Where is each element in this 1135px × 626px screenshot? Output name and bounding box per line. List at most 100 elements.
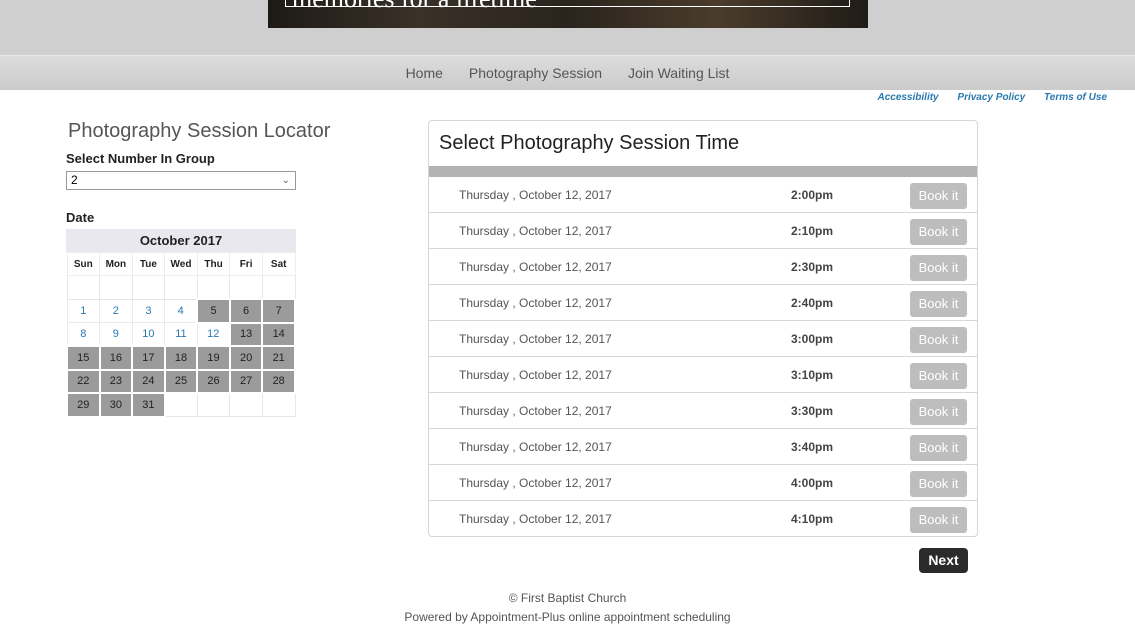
calendar-day-unavailable: 20 [228,345,264,371]
panel-title: Select Photography Session Time [439,132,740,154]
session-slot-row: Thursday , October 12, 2017 3:00pm Book it [429,321,977,357]
calendar-empty-cell [229,392,263,417]
calendar-empty-cell [261,275,296,300]
calendar-empty-cell [196,392,231,417]
calendar-empty-cell [229,275,263,300]
slot-date: Thursday , October 12, 2017 [459,224,612,238]
session-slot-row: Thursday , October 12, 2017 3:40pm Book it [429,429,977,465]
session-slot-row: Thursday , October 12, 2017 3:30pm Book it [429,393,977,429]
book-it-button[interactable]: Book it [910,435,967,461]
weekday-header: Mon [99,252,133,276]
session-locator: Photography Session Locator Select Numbe… [66,120,330,418]
calendar: October 2017 Sun Mon Tue Wed Thu Fri Sat 12345… [66,229,296,418]
calendar-week: 1234567 [66,298,296,324]
slot-time: 2:40pm [791,296,834,310]
slot-date: Thursday , October 12, 2017 [459,296,612,310]
session-slot-row: Thursday , October 12, 2017 4:00pm Book it [429,465,977,501]
slot-date: Thursday , October 12, 2017 [459,260,612,274]
book-it-button[interactable]: Book it [910,507,967,533]
group-size-label: Select Number In Group [66,151,215,166]
calendar-day-available[interactable]: 9 [99,322,133,347]
panel-divider [429,166,977,177]
slot-time: 3:00pm [791,332,834,346]
session-slot-row: Thursday , October 12, 2017 3:10pm Book it [429,357,977,393]
weekday-header: Sat [261,252,296,276]
slot-date: Thursday , October 12, 2017 [459,440,612,454]
calendar-month: October 2017 [66,229,296,252]
calendar-day-available[interactable]: 12 [196,322,231,347]
calendar-week: 8 9 10 11 12 13 14 [66,321,296,347]
calendar-day-unavailable: 5 [196,298,231,324]
session-slot-row: Thursday , October 12, 2017 2:40pm Book it [429,285,977,321]
calendar-day-available[interactable]: 11 [164,322,198,347]
footer-powered-by[interactable]: Powered by Appointment-Plus online appoi… [0,608,1135,626]
calendar-empty-cell [164,275,198,300]
chevron-down-icon: ⌄ [281,175,290,186]
calendar-day-unavailable: 27 [228,368,264,394]
slot-time: 2:10pm [791,224,834,238]
calendar-grid: Sun Mon Tue Wed Thu Fri Sat 1 2 3 4 5 6 7 8 9 10 11 12 13 1… [66,252,296,418]
calendar-day-available[interactable]: 1 [66,298,101,323]
slot-date: Thursday , October 12, 2017 [459,404,612,418]
next-button[interactable]: Next [919,548,968,573]
terms-of-use-link[interactable]: Terms of Use [1044,92,1107,103]
weekday-header: Thu [196,252,231,276]
calendar-week: 22 23 24 25 26 27 28 [66,368,296,394]
calendar-day-unavailable: 19 [196,345,231,371]
calendar-day-unavailable: 31 [131,392,166,418]
calendar-day-unavailable: 17 [131,345,166,371]
weekday-header: Fri [229,252,263,276]
calendar-day-available[interactable]: 4 [164,298,198,323]
slot-time: 3:10pm [791,368,834,382]
calendar-empty-cell [261,392,296,417]
group-size-value: 2 [71,173,78,187]
book-it-button[interactable]: Book it [910,183,967,209]
slot-time: 2:00pm [791,188,834,202]
book-it-button[interactable]: Book it [910,471,967,497]
group-size-select[interactable]: 2 ⌄ [66,171,296,190]
calendar-day-unavailable: 26 [196,368,231,394]
calendar-day-available[interactable]: 8 [66,322,101,347]
accessibility-link[interactable]: Accessibility [877,92,938,103]
calendar-day-unavailable: 25 [163,368,199,394]
slot-time: 4:10pm [791,512,834,526]
calendar-empty-cell [131,275,166,300]
calendar-day-unavailable: 7 [261,298,296,324]
calendar-day-unavailable: 13 [228,321,264,347]
book-it-button[interactable]: Book it [910,255,967,281]
slot-list: Thursday , October 12, 2017 2:00pm Book it… [429,177,977,537]
calendar-day-unavailable: 16 [98,345,134,371]
calendar-day-unavailable: 30 [98,392,134,418]
calendar-week: 29 30 31 [66,392,296,418]
book-it-button[interactable]: Book it [910,219,967,245]
nav-bar: Home Photography Session Join Waiting Li… [0,55,1135,90]
calendar-empty-cell [66,275,101,300]
calendar-day-unavailable: 28 [261,368,296,394]
nav-join-waiting-list[interactable]: Join Waiting List [615,56,742,91]
utility-links: Accessibility Privacy Policy Terms of Us… [861,92,1107,103]
book-it-button[interactable]: Book it [910,363,967,389]
nav-home[interactable]: Home [393,56,456,91]
banner-text: memories for a lifetime [292,0,537,14]
date-label: Date [66,210,95,225]
calendar-day-unavailable: 14 [261,321,296,347]
book-it-button[interactable]: Book it [910,291,967,317]
slot-time: 2:30pm [791,260,834,274]
book-it-button[interactable]: Book it [910,399,967,425]
slot-date: Thursday , October 12, 2017 [459,368,612,382]
calendar-empty-cell [196,275,231,300]
nav-photography-session[interactable]: Photography Session [456,56,615,91]
calendar-day-available[interactable]: 10 [131,322,166,347]
calendar-day-unavailable: 24 [131,368,166,394]
session-slot-row: Thursday , October 12, 2017 4:10pm Book it [429,501,977,537]
slot-date: Thursday , October 12, 2017 [459,332,612,346]
book-it-button[interactable]: Book it [910,327,967,353]
slot-date: Thursday , October 12, 2017 [459,476,612,490]
banner-image: memories for a lifetime [268,0,868,28]
calendar-day-available[interactable]: 3 [131,298,166,323]
session-slot-row: Thursday , October 12, 2017 2:00pm Book it [429,177,977,213]
slot-date: Thursday , October 12, 2017 [459,512,612,526]
calendar-day-available[interactable]: 2 [99,298,133,323]
calendar-day-unavailable: 6 [228,298,264,324]
privacy-policy-link[interactable]: Privacy Policy [957,92,1025,103]
